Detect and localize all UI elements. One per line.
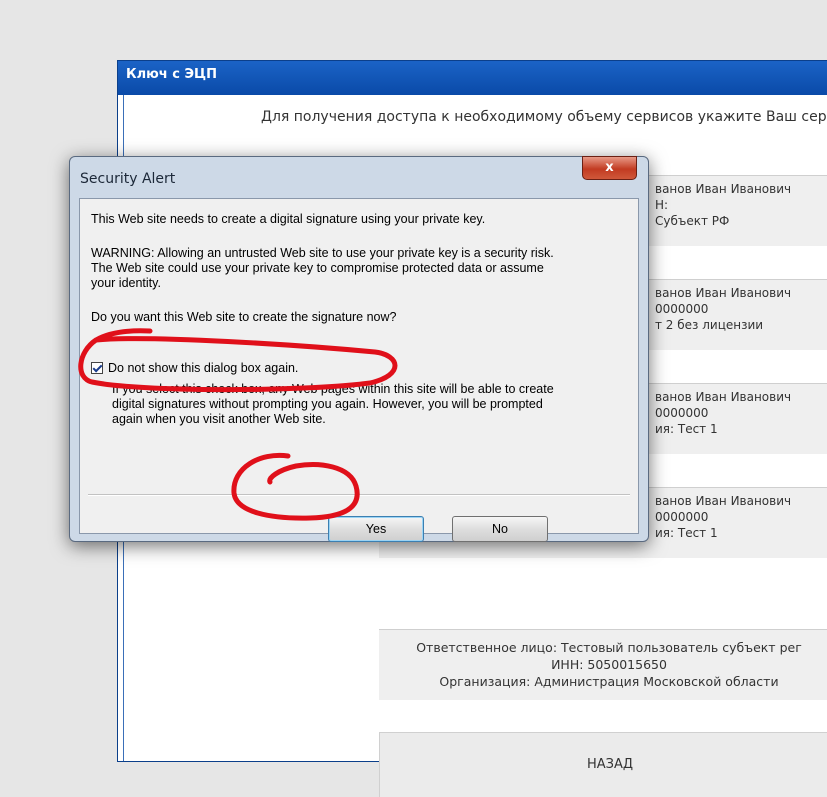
info-line: If you select this check box, any Web pa… xyxy=(112,382,554,396)
do-not-show-checkbox-row[interactable]: Do not show this dialog box again. xyxy=(91,361,298,375)
responsible-inn: ИНН: 5050015650 xyxy=(551,657,667,672)
warning-line: your identity. xyxy=(91,276,161,290)
dialog-message: This Web site needs to create a digital … xyxy=(91,212,486,226)
dialog-title: Security Alert xyxy=(80,171,176,187)
responsible-org: Организация: Администрация Московской об… xyxy=(439,674,779,689)
page-title: Ключ с ЭЦП xyxy=(118,61,827,95)
cert-line: т 2 без лицензии xyxy=(655,318,764,332)
responsible-name: Ответственное лицо: Тестовый пользовател… xyxy=(416,640,802,655)
dialog-question: Do you want this Web site to create the … xyxy=(91,310,397,324)
dialog-content: This Web site needs to create a digital … xyxy=(79,198,639,542)
cert-line: 0000000 xyxy=(655,406,709,420)
cert-line: 0000000 xyxy=(655,510,709,524)
cert-line: ванов Иван Иванович xyxy=(655,286,792,300)
security-alert-dialog: Security Alert x This Web site needs to … xyxy=(69,156,649,542)
yes-button[interactable]: Yes xyxy=(328,516,424,542)
responsible-person-card[interactable]: Ответственное лицо: Тестовый пользовател… xyxy=(379,629,827,700)
cert-line: ванов Иван Иванович xyxy=(655,494,792,508)
no-button[interactable]: No xyxy=(452,516,548,542)
warning-line: WARNING: Allowing an untrusted Web site … xyxy=(91,246,554,260)
cert-line: ия: Тест 1 xyxy=(655,526,718,540)
warning-line: The Web site could use your private key … xyxy=(91,261,544,275)
cert-line: ия: Тест 1 xyxy=(655,422,718,436)
cert-line: 0000000 xyxy=(655,302,709,316)
cert-line: Н: xyxy=(655,198,669,212)
cert-line: ванов Иван Иванович xyxy=(655,390,792,404)
info-line: again when you visit another Web site. xyxy=(112,412,326,426)
cert-line: ванов Иван Иванович xyxy=(655,182,792,196)
close-icon: x xyxy=(605,160,614,175)
info-line: digital signatures without prompting you… xyxy=(112,397,543,411)
cert-line: Субъект РФ xyxy=(655,214,730,228)
divider xyxy=(88,495,630,496)
checkbox-label: Do not show this dialog box again. xyxy=(108,361,299,375)
close-button[interactable]: x xyxy=(582,156,637,180)
do-not-show-checkbox[interactable] xyxy=(91,362,103,374)
back-button[interactable]: НАЗАД xyxy=(379,732,827,797)
instruction-text: Для получения доступа к необходимому объ… xyxy=(261,109,827,125)
